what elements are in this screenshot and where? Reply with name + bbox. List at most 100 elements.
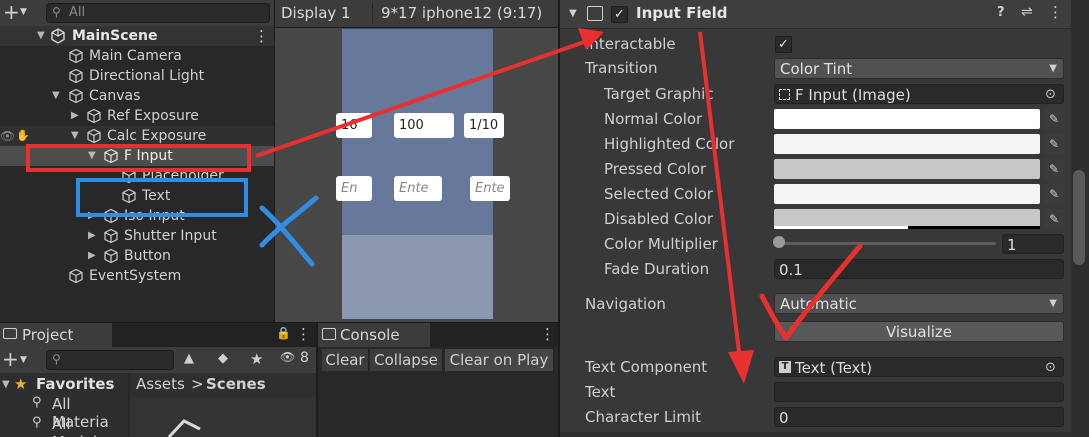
game-screen[interactable]: 16 100 1/10 En Ente Ente [336, 28, 510, 320]
expand-arrow-icon[interactable]: ▼ [37, 26, 45, 46]
preset-icon[interactable]: ⇌ [1021, 4, 1033, 20]
expand-arrow-icon[interactable]: ▼ [71, 126, 79, 146]
search-icon: ⚲ [52, 352, 61, 366]
game-input-f[interactable]: 16 [336, 113, 372, 138]
favorites-label: Favorites [36, 375, 115, 393]
game-input-iso-calc[interactable]: Ente [394, 176, 442, 201]
hierarchy-row-eventsystem[interactable]: EventSystem [0, 266, 274, 286]
hierarchy-row-button[interactable]: ▶ Button [0, 246, 274, 266]
navigation-dropdown[interactable]: Automatic ▼ [774, 293, 1064, 314]
hierarchy-search-input[interactable]: ⚲ All [46, 3, 270, 23]
hierarchy-row-directional-light[interactable]: Directional Light [0, 66, 274, 86]
highlighted-color-swatch[interactable] [774, 134, 1040, 154]
visualize-button[interactable]: Visualize [774, 321, 1064, 342]
more-icon[interactable]: ⋮ [1048, 3, 1063, 21]
favorite-all-models[interactable]: All Models [52, 415, 128, 437]
color-multiplier-slider-thumb[interactable] [773, 236, 785, 248]
game-input-shutter-calc[interactable]: Ente [470, 176, 510, 201]
panel-divider[interactable] [274, 0, 275, 322]
hierarchy-row-text[interactable]: Text [0, 186, 274, 206]
hierarchy-row-mainscene[interactable]: ▼ MainScene ⋮ [0, 26, 274, 46]
add-icon[interactable]: + [3, 1, 20, 23]
disabled-color-swatch[interactable] [774, 209, 1040, 229]
eyedropper-icon[interactable]: ✎ [1044, 159, 1064, 179]
field-value: 1 [1007, 236, 1017, 254]
fade-duration-field[interactable]: 0.1 [774, 259, 1064, 279]
component-enabled-checkbox[interactable]: ✓ [611, 6, 628, 23]
text-field[interactable] [774, 382, 1064, 402]
resolution-dropdown[interactable]: 9*17 iphone12 (9:17) [381, 4, 542, 22]
hierarchy-row-f-input[interactable]: ▼ F Input [0, 146, 274, 166]
lock-icon[interactable]: 🔒 [276, 326, 291, 340]
transition-dropdown[interactable]: Color Tint ▼ [774, 58, 1064, 79]
help-icon[interactable]: ? [997, 5, 1005, 20]
chevron-down-icon[interactable]: ▼ [20, 7, 27, 17]
pressed-color-swatch[interactable] [774, 159, 1040, 179]
pick-hand-icon[interactable]: ✋ [16, 126, 30, 146]
hierarchy-row-shutter-input[interactable]: ▶ Shutter Input [0, 226, 274, 246]
expand-arrow-icon[interactable]: ▼ [52, 86, 60, 106]
panel-divider[interactable] [0, 322, 558, 323]
expand-arrow-icon[interactable]: ▼ [88, 146, 96, 166]
object-picker-icon[interactable]: ⊙ [1045, 358, 1056, 376]
game-input-f-calc[interactable]: En [336, 176, 372, 201]
tab-console[interactable]: Console [318, 323, 430, 347]
hidden-eye-icon[interactable]: 👁 [280, 350, 295, 364]
eyedropper-icon[interactable]: ✎ [1044, 134, 1064, 154]
row-label: MainScene [72, 28, 158, 44]
highlighted-color-label: Highlighted Color [604, 135, 735, 153]
foldout-arrow-icon[interactable]: ▼ [569, 8, 577, 19]
hierarchy-row-placeholder[interactable]: Placeholder [0, 166, 274, 186]
visibility-eye-icon[interactable]: 👁 [0, 126, 15, 146]
display-dropdown[interactable]: Display 1 [281, 4, 351, 22]
panel-divider[interactable] [558, 0, 560, 437]
color-multiplier-slider-track[interactable] [778, 242, 996, 245]
component-header[interactable]: ▼ ✓ Input Field ? ⇌ ⋮ [560, 0, 1089, 29]
chevron-down-icon[interactable]: ▼ [20, 355, 27, 365]
game-input-shutter[interactable]: 1/10 [464, 113, 504, 138]
collapse-arrow-icon[interactable]: ▶ [88, 246, 96, 266]
more-icon[interactable]: ⋮ [296, 325, 311, 343]
expand-arrow-icon[interactable]: ▼ [2, 379, 10, 390]
normal-color-swatch[interactable] [774, 109, 1040, 129]
tag-icon[interactable]: ◆ [218, 351, 228, 366]
star-icon[interactable]: ★ [250, 350, 263, 368]
character-limit-field[interactable]: 0 [774, 407, 1064, 427]
target-graphic-field[interactable]: F Input (Image) ⊙ [774, 84, 1064, 104]
interactable-checkbox[interactable]: ✓ [775, 36, 792, 53]
game-input-iso[interactable]: 100 [394, 113, 454, 138]
inspector-scrollbar-thumb[interactable] [1073, 170, 1085, 265]
breadcrumb-assets[interactable]: Assets [136, 375, 185, 393]
gameobject-icon [69, 48, 83, 64]
hierarchy-row-canvas[interactable]: ▼ Canvas [0, 86, 274, 106]
collapse-button[interactable]: Collapse [370, 349, 443, 371]
toolbar-divider [372, 3, 373, 23]
text-component-label: Text Component [585, 358, 708, 376]
hierarchy-row-ref-exposure[interactable]: ▶ Ref Exposure [0, 106, 274, 126]
object-picker-icon[interactable]: ⊙ [1045, 85, 1056, 103]
hierarchy-row-calc-exposure[interactable]: 👁 ✋ ▼ Calc Exposure [0, 126, 274, 146]
text-component-field[interactable]: T Text (Text) ⊙ [774, 357, 1064, 377]
eyedropper-icon[interactable]: ✎ [1044, 184, 1064, 204]
collapse-arrow-icon[interactable]: ▶ [88, 226, 96, 246]
search-icon: ⚲ [52, 5, 61, 19]
clear-button[interactable]: Clear [322, 349, 369, 371]
more-icon[interactable]: ⋮ [540, 325, 555, 343]
gameobject-icon [104, 248, 118, 264]
panel-divider[interactable] [316, 323, 318, 437]
color-multiplier-field[interactable]: 1 [1002, 234, 1064, 254]
hierarchy-row-iso-input[interactable]: ▶ Iso Input [0, 206, 274, 226]
collapse-arrow-icon[interactable]: ▶ [71, 106, 79, 126]
eyedropper-icon[interactable]: ✎ [1044, 209, 1064, 229]
eyedropper-icon[interactable]: ✎ [1044, 109, 1064, 129]
hierarchy-row-main-camera[interactable]: Main Camera [0, 46, 274, 66]
more-icon[interactable]: ⋮ [254, 26, 269, 46]
breadcrumb-scenes[interactable]: Scenes [206, 375, 266, 393]
project-search-input[interactable]: ⚲ [46, 350, 174, 370]
clear-on-play-button[interactable]: Clear on Play [445, 349, 554, 371]
selected-color-swatch[interactable] [774, 184, 1040, 204]
collapse-arrow-icon[interactable]: ▶ [88, 206, 96, 226]
filter-type-icon[interactable]: ▲ [184, 351, 194, 366]
add-icon[interactable]: + [2, 347, 19, 371]
tab-project[interactable]: Project [0, 323, 112, 347]
